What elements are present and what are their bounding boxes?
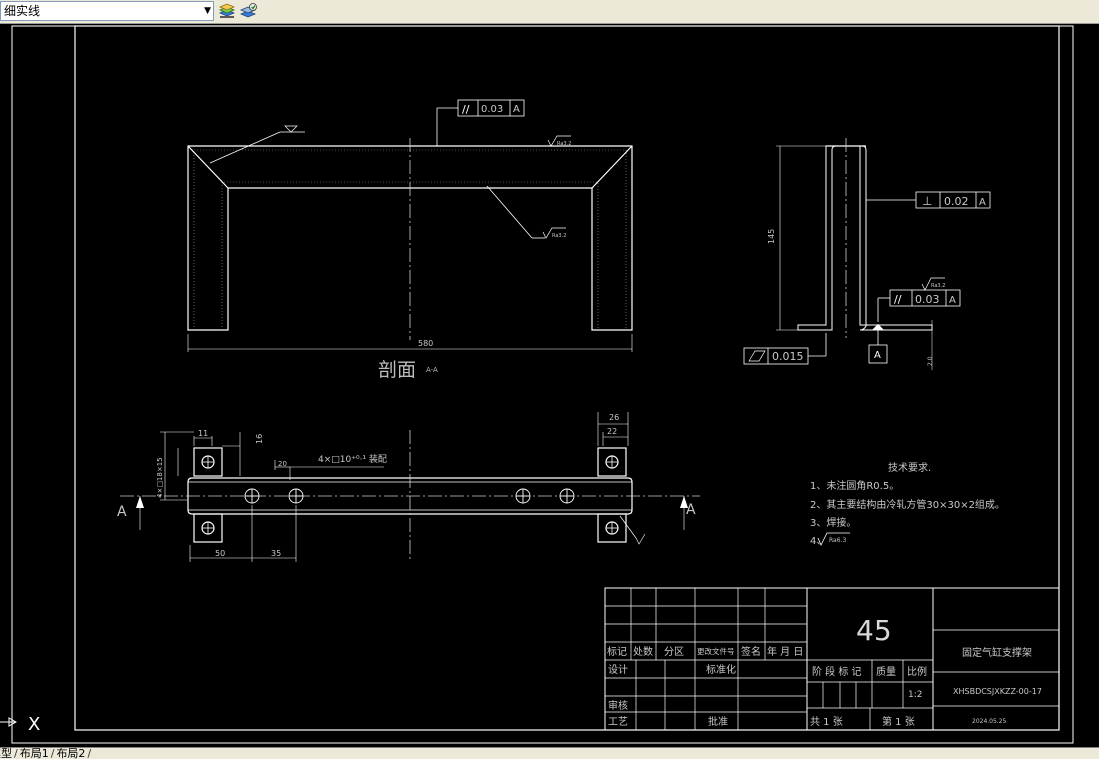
linetype-value: 细实线 xyxy=(4,4,41,18)
tb-stage-header: 阶 段 标 记 xyxy=(812,665,862,678)
dim-16: 16 xyxy=(255,434,264,444)
side-view xyxy=(743,138,991,370)
tb-header-date: 年 月 日 xyxy=(767,645,803,658)
tb-scale-value: 1:2 xyxy=(908,690,922,700)
roughness-side: Ra3.2 xyxy=(931,283,945,289)
dim-20: 20 xyxy=(278,460,287,468)
par-value: 0.03 xyxy=(915,293,940,306)
dim-22: 22 xyxy=(607,427,617,436)
tb-scale-header: 比例 xyxy=(907,665,927,678)
ucs-x-label: X xyxy=(28,714,40,735)
section-arrow-left: A xyxy=(117,504,127,520)
top-tol-datum: A xyxy=(513,104,520,115)
section-arrow-right: A xyxy=(686,502,696,518)
drawing-canvas[interactable]: // 0.03 A Ra3.2 Ra3.2 580 剖面 A-A 145 ⊥ 0… xyxy=(0,24,1099,747)
tab-layout1[interactable]: 布局1 xyxy=(18,748,51,759)
dim-26: 26 xyxy=(609,413,619,422)
tb-header-sign: 签名 xyxy=(741,645,761,658)
toolbar: 细实线 ▼ xyxy=(0,0,1099,24)
section-view xyxy=(187,99,633,352)
hole-note: 4×□10⁺⁰·¹ 装配 xyxy=(318,453,387,465)
roughness-inner: Ra3.2 xyxy=(552,233,566,239)
height-dimension: 145 xyxy=(767,229,776,244)
title-block xyxy=(604,587,1060,731)
layout-tabs: 模型/布局1/布局2/ xyxy=(0,747,1099,759)
par-symbol: // xyxy=(894,293,902,306)
dim-50: 50 xyxy=(215,549,225,558)
dim-left-vertical: 4×□18×15 xyxy=(156,457,164,498)
tb-sheet-total: 共 1 张 xyxy=(810,716,843,728)
tech-req-item-2: 2、其主要结构由冷轧方管30×30×2组成。 xyxy=(810,498,1005,511)
tb-header-change-doc: 更改文件号 xyxy=(697,646,735,656)
flatness-value: 0.015 xyxy=(772,350,804,363)
section-suffix: A-A xyxy=(426,366,438,374)
top-tol-symbol: // xyxy=(462,103,470,116)
tech-req-item-3: 3、焊接。 xyxy=(810,516,856,529)
tech-req-item4-roughness: Ra6.3 xyxy=(829,537,846,544)
tb-part-name: 固定气缸支撑架 xyxy=(962,646,1032,659)
tb-process: 工艺 xyxy=(608,716,628,728)
perp-symbol: ⊥ xyxy=(922,194,932,208)
tech-req-item-1: 1、未注圆角R0.5。 xyxy=(810,479,899,492)
tab-model[interactable]: 模型 xyxy=(0,748,14,759)
par-datum: A xyxy=(949,295,956,306)
tab-separator: / xyxy=(87,747,92,759)
perp-datum: A xyxy=(979,197,986,208)
thickness-dimension: 2.0 xyxy=(927,356,934,366)
tb-header-count: 处数 xyxy=(633,645,653,658)
layer-manager-icon[interactable] xyxy=(239,2,259,21)
tb-drawing-no: XHSBDCSJXKZZ-00-17 xyxy=(953,687,1042,696)
section-label: 剖面 xyxy=(378,359,416,381)
datum-label: A xyxy=(874,350,881,361)
tab-layout2[interactable]: 布局2 xyxy=(54,748,87,759)
tb-mass-header: 质量 xyxy=(876,666,896,678)
tb-review: 审核 xyxy=(608,699,628,712)
tb-sheet-no: 第 1 张 xyxy=(882,715,915,728)
tb-header-mark: 标记 xyxy=(607,646,627,658)
sheet-frame xyxy=(11,25,1074,744)
tb-material: 45 xyxy=(856,614,892,647)
tb-standardize: 标准化 xyxy=(706,663,736,676)
chevron-down-icon[interactable]: ▼ xyxy=(204,2,211,20)
layer-stack-icon[interactable] xyxy=(217,2,237,21)
linetype-dropdown[interactable]: 细实线 ▼ xyxy=(0,1,214,21)
tb-date: 2024.05.25 xyxy=(972,718,1007,725)
tb-design: 设计 xyxy=(608,663,628,676)
perp-value: 0.02 xyxy=(944,195,969,208)
dim-35: 35 xyxy=(271,549,281,558)
title-block-headers: 标记 处数 分区 更改文件号 签名 年 月 日 xyxy=(607,645,803,658)
roughness-top: Ra3.2 xyxy=(557,141,571,147)
tech-req-item-4: 4、 xyxy=(810,536,826,547)
tb-approve: 批准 xyxy=(708,715,728,728)
dim-11: 11 xyxy=(198,429,208,438)
top-tol-value: 0.03 xyxy=(481,104,503,115)
width-dimension: 580 xyxy=(418,339,433,348)
ucs-icon xyxy=(0,717,18,727)
tb-header-zone: 分区 xyxy=(664,646,684,658)
tech-req-title: 技术要求. xyxy=(888,461,931,474)
